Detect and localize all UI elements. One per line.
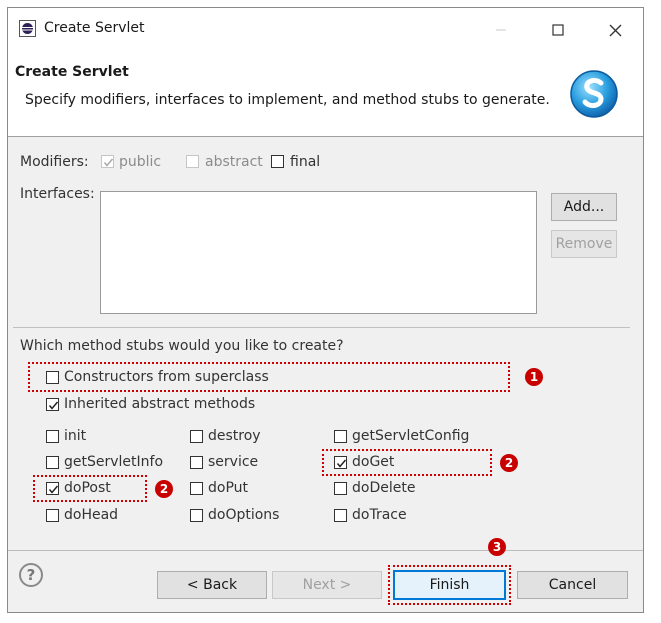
finish-button[interactable]: Finish: [393, 570, 506, 600]
maximize-button[interactable]: [538, 16, 578, 44]
cancel-button[interactable]: Cancel: [517, 571, 628, 599]
abstract-checkbox[interactable]: [186, 155, 199, 168]
remove-interface-button[interactable]: Remove: [551, 230, 617, 258]
minimize-icon: [496, 29, 506, 31]
constructors-label: Constructors from superclass: [64, 369, 269, 385]
dopost-label: doPost: [64, 480, 111, 496]
init-label: init: [64, 428, 87, 444]
dotrace-checkbox[interactable]: [334, 509, 347, 522]
dooptions-label: doOptions: [208, 507, 280, 523]
window-title: Create Servlet: [44, 20, 145, 36]
final-checkbox[interactable]: [271, 155, 284, 168]
wizard-header: Create Servlet Specify modifiers, interf…: [8, 52, 643, 137]
doget-checkbox[interactable]: [334, 456, 347, 469]
check-icon: [103, 158, 114, 167]
doput-checkbox[interactable]: [190, 482, 203, 495]
dohead-checkbox[interactable]: [46, 509, 59, 522]
doput-label: doPut: [208, 480, 249, 496]
close-icon: [609, 24, 621, 36]
getservletinfo-label: getServletInfo: [64, 454, 164, 470]
abstract-label: abstract: [205, 154, 263, 170]
final-label: final: [290, 154, 321, 170]
annotation-badge-1: 1: [525, 368, 543, 386]
public-label: public: [119, 154, 162, 170]
help-button[interactable]: ?: [19, 563, 43, 587]
constructors-checkbox[interactable]: [46, 371, 59, 384]
service-label: service: [208, 454, 259, 470]
check-icon: [336, 459, 347, 468]
doget-label: doGet: [352, 454, 395, 470]
separator: [13, 327, 630, 328]
modifiers-label: Modifiers:: [20, 154, 89, 170]
inherited-abstract-checkbox[interactable]: [46, 398, 59, 411]
dodelete-checkbox[interactable]: [334, 482, 347, 495]
public-checkbox[interactable]: [101, 155, 114, 168]
annotation-badge-2-doget: 2: [500, 454, 518, 472]
annotation-badge-3: 3: [488, 538, 506, 556]
dopost-checkbox[interactable]: [46, 482, 59, 495]
dotrace-label: doTrace: [352, 507, 407, 523]
back-button[interactable]: < Back: [157, 571, 267, 599]
inherited-abstract-label: Inherited abstract methods: [64, 396, 256, 412]
eclipse-app-icon: [19, 20, 36, 37]
dooptions-checkbox[interactable]: [190, 509, 203, 522]
servlet-wizard-logo-icon: [570, 70, 618, 118]
close-button[interactable]: [595, 16, 635, 44]
check-icon: [48, 485, 59, 494]
annotation-badge-2-dopost: 2: [155, 480, 173, 498]
footer-separator: [8, 550, 643, 551]
service-checkbox[interactable]: [190, 456, 203, 469]
check-icon: [48, 401, 59, 410]
dohead-label: doHead: [64, 507, 119, 523]
add-interface-button[interactable]: Add...: [551, 193, 617, 221]
next-button[interactable]: Next >: [272, 571, 382, 599]
getservletconfig-label: getServletConfig: [352, 428, 470, 444]
destroy-checkbox[interactable]: [190, 430, 203, 443]
init-checkbox[interactable]: [46, 430, 59, 443]
interfaces-label: Interfaces:: [20, 186, 95, 202]
maximize-icon: [552, 24, 564, 36]
getservletconfig-checkbox[interactable]: [334, 430, 347, 443]
title-bar: Create Servlet: [8, 8, 643, 52]
destroy-label: destroy: [208, 428, 261, 444]
dodelete-label: doDelete: [352, 480, 416, 496]
getservletinfo-checkbox[interactable]: [46, 456, 59, 469]
interfaces-list[interactable]: [100, 191, 537, 314]
minimize-button[interactable]: [481, 16, 521, 44]
header-title: Create Servlet: [15, 64, 129, 80]
header-description: Specify modifiers, interfaces to impleme…: [25, 92, 550, 108]
method-stubs-question: Which method stubs would you like to cre…: [20, 338, 344, 354]
